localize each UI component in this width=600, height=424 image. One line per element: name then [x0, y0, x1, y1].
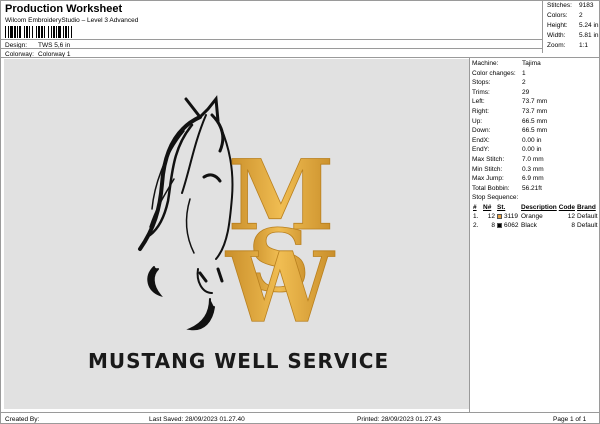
production-worksheet: Production Worksheet Wilcom EmbroiderySt… [0, 0, 600, 424]
info-row: Right: 73.7 mm [472, 107, 548, 115]
info-row: Min Stitch: 0.3 mm [472, 165, 544, 173]
table-row: 2. 8 6062 Black 8 Default [473, 221, 598, 229]
machine-info-panel: Machine: Tajima Color changes: 1 Stops: 2 T… [470, 59, 600, 230]
info-row: Machine: Tajima [472, 60, 541, 67]
horse-head-icon [138, 95, 234, 331]
page-title: Production Worksheet [5, 3, 123, 15]
table-row: 1. 12 3119 Orange 12 Default [473, 212, 598, 220]
info-row: Up: 66.5 mm [472, 117, 548, 125]
table-header-row: # N# St. Description Code Brand [473, 203, 596, 211]
info-row: Max Jump: 6.9 mm [472, 175, 544, 183]
top-stats: Stitches: 9183 Colors: 2 Height: 5.24 in Wi… [542, 1, 600, 53]
barcode-bar [72, 26, 74, 38]
info-row: Trims: 29 [472, 88, 530, 96]
info-row: Color changes: 1 [472, 69, 526, 77]
info-row: Max Stitch: 7.0 mm [472, 155, 544, 163]
software-name: Wilcom EmbroideryStudio – Level 3 Advanc… [5, 17, 139, 24]
info-row: EndY: 0.00 in [472, 146, 542, 154]
header-divider [1, 48, 542, 49]
design-preview[interactable]: M S W MUSTANG WELL SERVICE [4, 59, 469, 409]
last-saved: Last Saved: 28/09/2023 01.27.40 [149, 416, 245, 423]
stat-row: Zoom: 1:1 [547, 42, 589, 49]
info-row: EndX: 0.00 in [472, 136, 542, 144]
info-row: Down: 66.5 mm [472, 127, 548, 135]
stat-row: Height: 5.24 in [547, 22, 599, 29]
monogram-w: W [225, 231, 335, 344]
brand-text: MUSTANG WELL SERVICE [88, 349, 390, 373]
stat-row: Width: 5.81 in [547, 32, 599, 39]
barcode [5, 26, 119, 38]
footer: Created By: Last Saved: 28/09/2023 01.27… [1, 412, 600, 424]
printed-date: Printed: 28/09/2023 01.27.43 [357, 416, 441, 423]
created-by: Created By: [5, 416, 40, 423]
color-swatch-black [497, 222, 502, 228]
stat-row: Stitches: 9183 [547, 2, 594, 9]
stat-row: Colors: 2 [547, 12, 583, 19]
info-row: Total Bobbin: 56.21ft [472, 184, 542, 192]
page-number: Page 1 of 1 [553, 416, 587, 423]
header-bottom-divider [1, 57, 600, 58]
header-divider [1, 39, 542, 40]
info-row: Stops: 2 [472, 79, 526, 87]
stop-sequence-table: # N# St. Description Code Brand 1. 12 31… [472, 203, 599, 230]
color-swatch-orange [497, 213, 502, 219]
monogram-msw: M S W [225, 139, 336, 345]
info-row: Left: 73.7 mm [472, 98, 548, 106]
stop-sequence-title: Stop Sequence: [472, 194, 519, 202]
